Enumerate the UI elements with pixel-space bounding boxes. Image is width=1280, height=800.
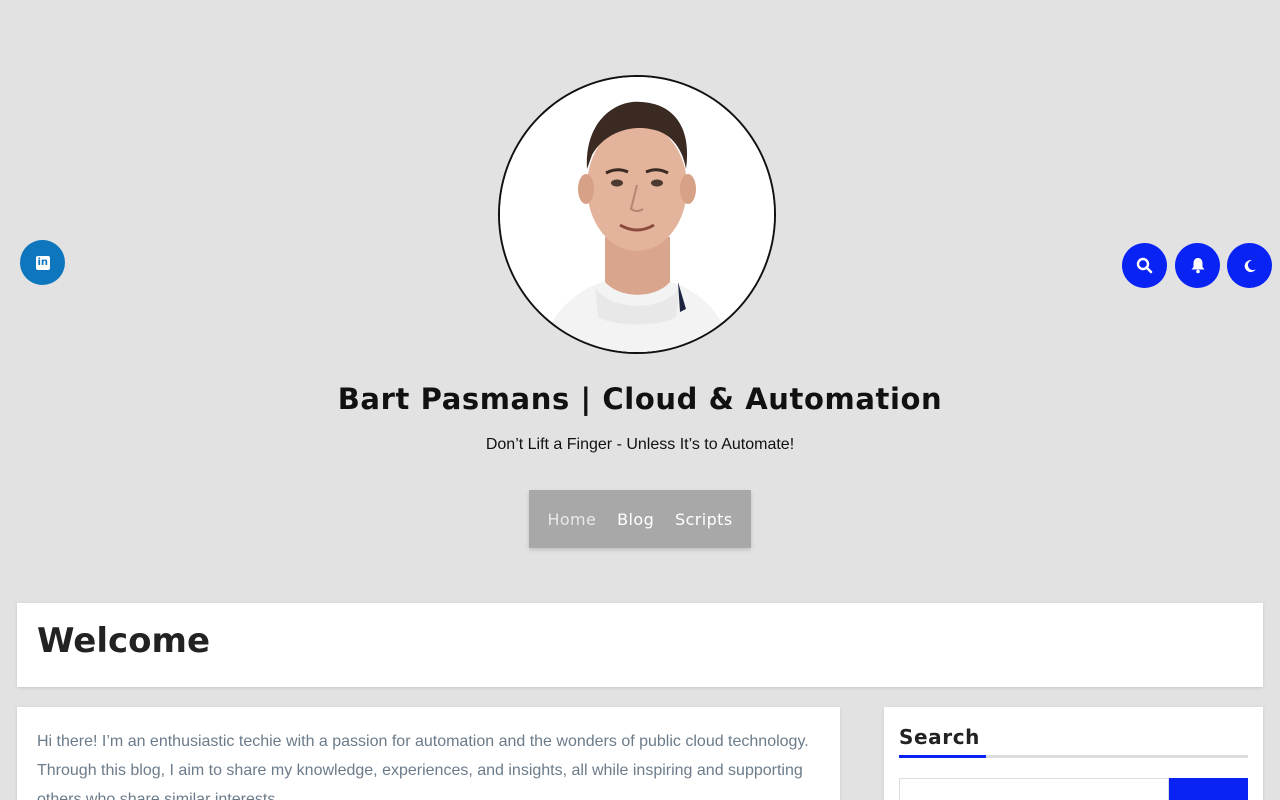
widget-title-divider: [899, 755, 1248, 758]
dark-mode-toggle[interactable]: [1227, 243, 1272, 288]
search-widget-title: Search: [899, 725, 981, 749]
nav-item-blog[interactable]: Blog: [617, 510, 654, 529]
linkedin-button[interactable]: in: [20, 240, 65, 285]
search-submit-button[interactable]: [1169, 778, 1248, 800]
profile-photo: [500, 77, 774, 352]
content-card: Hi there! I’m an enthusiastic techie wit…: [17, 707, 840, 800]
linkedin-icon: in: [35, 255, 50, 270]
page-title-box: Welcome: [17, 603, 1263, 687]
intro-text: Hi there! I’m an enthusiastic techie wit…: [37, 733, 809, 800]
notifications-button[interactable]: [1175, 243, 1220, 288]
nav-item-home[interactable]: Home: [547, 510, 596, 529]
avatar: [498, 75, 776, 354]
bell-icon: [1191, 258, 1204, 274]
search-icon: [1136, 257, 1153, 274]
nav-item-scripts[interactable]: Scripts: [675, 510, 733, 529]
site-title[interactable]: Bart Pasmans | Cloud & Automation: [0, 382, 1280, 416]
search-button[interactable]: [1122, 243, 1167, 288]
main-nav: Home Blog Scripts: [529, 490, 751, 548]
widget-title-accent: [899, 755, 986, 758]
search-widget: Search: [884, 707, 1263, 800]
moon-icon: [1244, 259, 1256, 272]
page-title: Welcome: [37, 621, 211, 661]
site-tagline: Don’t Lift a Finger - Unless It’s to Aut…: [485, 436, 795, 453]
search-input[interactable]: [899, 778, 1169, 800]
